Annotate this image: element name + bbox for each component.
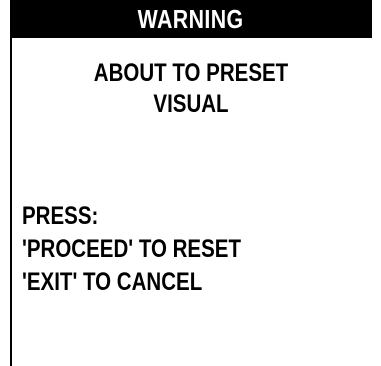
instruction-press-label: PRESS:: [22, 202, 99, 230]
warning-message: ABOUT TO PRESET VISUAL: [10, 58, 372, 120]
warning-screen: WARNING ABOUT TO PRESET VISUAL PRESS: 'P…: [0, 0, 381, 366]
instruction-proceed: 'PROCEED' TO RESET: [22, 235, 241, 263]
message-line-1: ABOUT TO PRESET: [93, 59, 289, 87]
instruction-exit: 'EXIT' TO CANCEL: [22, 268, 203, 296]
message-line-2: VISUAL: [153, 90, 229, 118]
left-border-line: [10, 0, 12, 366]
warning-title: WARNING: [138, 3, 244, 34]
warning-title-bar: WARNING: [10, 0, 372, 38]
instructions-block: PRESS: 'PROCEED' TO RESET 'EXIT' TO CANC…: [22, 200, 289, 299]
